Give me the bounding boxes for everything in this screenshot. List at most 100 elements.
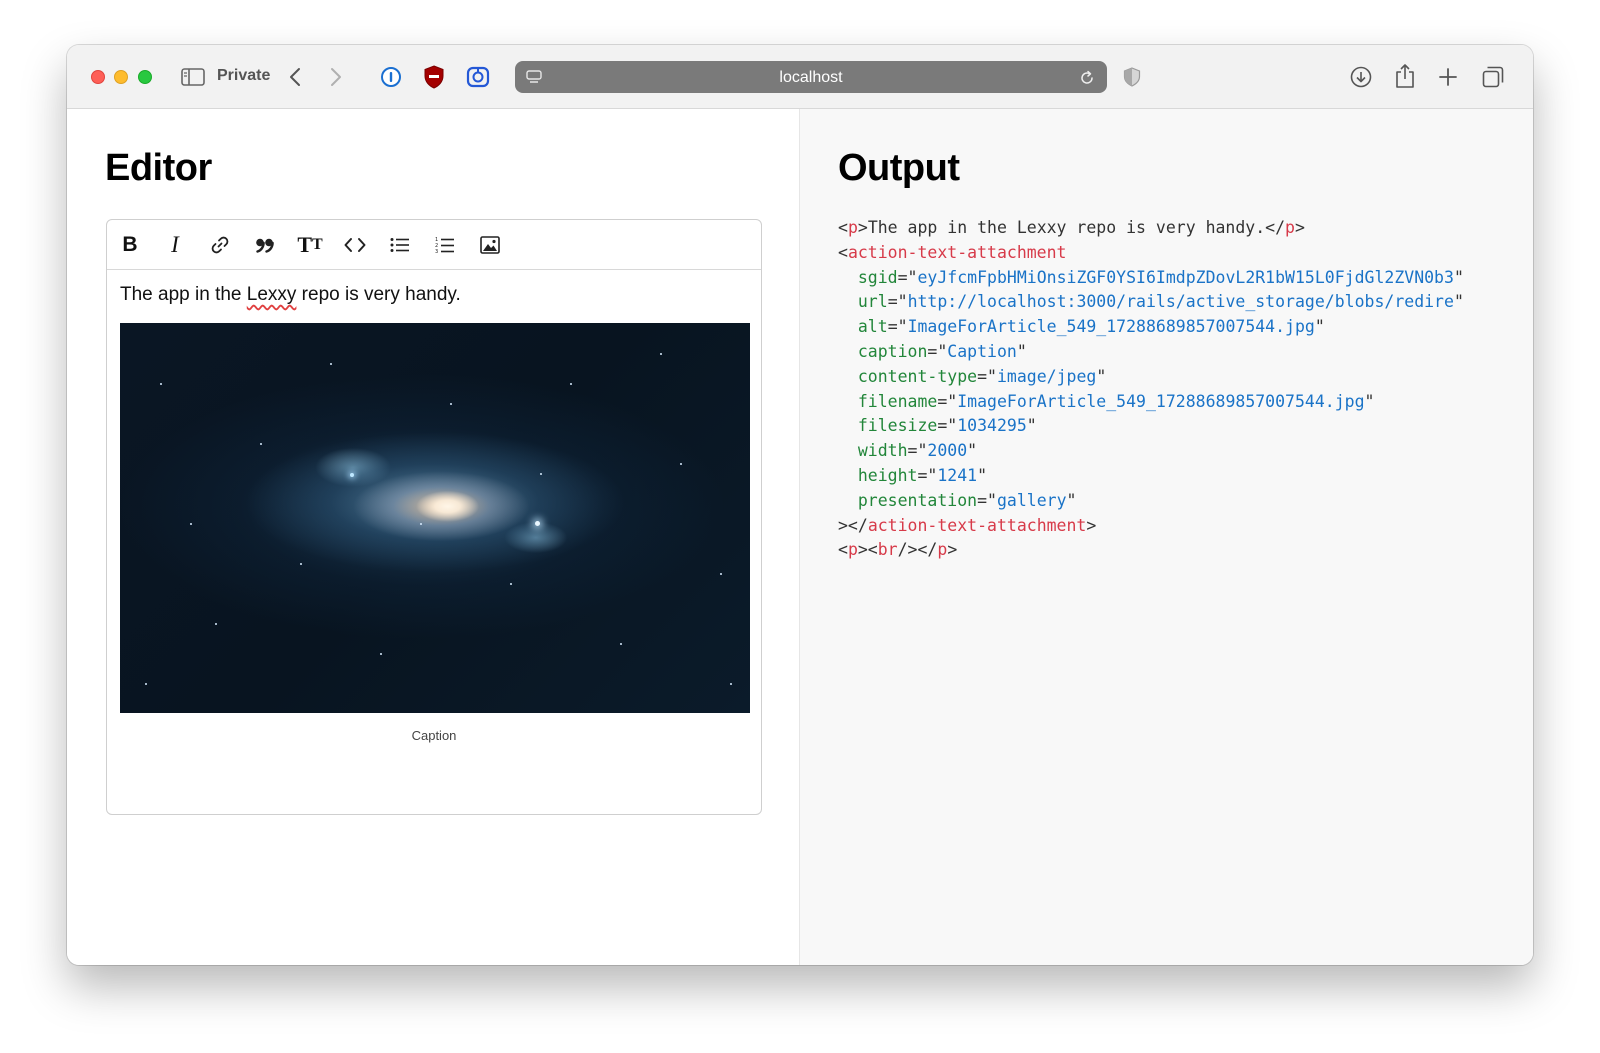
new-tab-plus-icon[interactable]: [1436, 65, 1460, 89]
star: [570, 383, 572, 385]
star: [450, 403, 452, 405]
paragraph-text-before: The app in the: [120, 284, 247, 305]
quote-icon: [256, 238, 274, 253]
code-tag: p: [937, 540, 948, 560]
link-button[interactable]: [205, 230, 235, 260]
minimize-window-button[interactable]: [114, 70, 128, 84]
code-attribute-line: height="1241": [838, 464, 1483, 489]
code-punct: ": [1453, 292, 1464, 312]
code-punct: >: [947, 540, 958, 560]
code-punct: ": [1364, 391, 1375, 411]
code-punct: ": [977, 465, 988, 485]
back-arrow-icon[interactable]: [285, 66, 305, 88]
code-tag: p: [847, 540, 858, 560]
quote-button[interactable]: [250, 230, 280, 260]
image-caption[interactable]: Caption: [107, 728, 761, 743]
star: [720, 573, 722, 575]
code-attributes: sgid="eyJfcmFpbHMiOnsiZGF0YSI6ImdpZDovL2…: [838, 266, 1483, 514]
code-attribute-name: width: [857, 441, 908, 461]
bold-button[interactable]: B: [115, 230, 145, 260]
code-attribute-line: url="http://localhost:3000/rails/active_…: [838, 290, 1483, 315]
star: [300, 563, 302, 565]
code-punct: =": [977, 366, 997, 386]
code-attribute-value: Caption: [947, 341, 1017, 361]
tab-overview-icon[interactable]: [1480, 64, 1506, 90]
code-line-attachment-close: ></action-text-attachment>: [838, 514, 1483, 539]
close-window-button[interactable]: [91, 70, 105, 84]
code-attribute-name: presentation: [857, 490, 978, 510]
code-attribute-name: content-type: [857, 366, 978, 386]
code-punct: ": [1314, 317, 1325, 337]
code-attribute-value: image/jpeg: [996, 366, 1097, 386]
heading-large-t: T: [297, 232, 312, 257]
code-punct: =": [887, 317, 908, 337]
reload-icon[interactable]: [1078, 69, 1096, 87]
star: [160, 383, 162, 385]
code-tag-name: action-text-attachment: [867, 515, 1087, 535]
rich-text-editor[interactable]: B I TT 1 2 3 The app in the Lexxy repo i…: [106, 219, 762, 815]
code-line-paragraph: <p>The app in the Lexxy repo is very han…: [838, 216, 1483, 241]
output-heading: Output: [838, 147, 960, 189]
code-attribute-name: filesize: [857, 416, 938, 436]
share-icon[interactable]: [1393, 62, 1417, 90]
code-attribute-line: alt="ImageForArticle_549_172886898570075…: [838, 315, 1483, 340]
code-punct: ": [1066, 490, 1077, 510]
code-punct: </: [1265, 218, 1286, 237]
address-bar[interactable]: localhost: [515, 61, 1107, 93]
sync-extension-icon[interactable]: [465, 64, 491, 90]
html-output-code: <p>The app in the Lexxy repo is very han…: [838, 216, 1483, 563]
star: [660, 353, 662, 355]
code-attribute-line: filesize="1034295": [838, 414, 1483, 439]
editor-paragraph[interactable]: The app in the Lexxy repo is very handy.: [120, 284, 461, 306]
image-button[interactable]: [475, 230, 505, 260]
code-punct: =": [927, 341, 948, 361]
forward-arrow-icon[interactable]: [326, 66, 346, 88]
galaxy-image[interactable]: [120, 323, 750, 713]
code-attribute-value: 2000: [927, 441, 968, 461]
code-button[interactable]: [340, 230, 370, 260]
star: [620, 643, 622, 645]
sidebar-toggle-icon[interactable]: [181, 67, 205, 87]
star: [260, 443, 262, 445]
heading-button[interactable]: TT: [295, 230, 325, 260]
code-punct: =": [937, 391, 958, 411]
privacy-shield-icon[interactable]: [1121, 65, 1143, 89]
code-attribute-name: alt: [857, 317, 888, 337]
url-text: localhost: [779, 69, 843, 86]
zoom-window-button[interactable]: [138, 70, 152, 84]
code-attribute-value: eyJfcmFpbHMiOnsiZGF0YSI6ImdpZDovL2R1bW15…: [917, 267, 1454, 287]
numbered-list-button[interactable]: 123: [430, 230, 460, 260]
code-punct: =": [917, 465, 938, 485]
star: [190, 523, 192, 525]
star: [730, 683, 732, 685]
code-punct: =": [897, 267, 918, 287]
downloads-icon[interactable]: [1348, 64, 1374, 90]
star: [510, 583, 512, 585]
code-punct: ": [1453, 267, 1464, 287]
output-pane: Output <p>The app in the Lexxy repo is v…: [800, 109, 1533, 965]
password-manager-icon[interactable]: [379, 65, 403, 89]
editor-heading: Editor: [105, 147, 212, 189]
code-icon: [344, 238, 366, 252]
code-tag: p: [1285, 218, 1295, 237]
star: [380, 653, 382, 655]
code-attribute-name: caption: [857, 341, 928, 361]
code-attribute-line: filename="ImageForArticle_549_1728868985…: [838, 390, 1483, 415]
code-attribute-line: width="2000": [838, 439, 1483, 464]
star: [215, 623, 217, 625]
code-attribute-value: gallery: [996, 490, 1067, 510]
italic-button[interactable]: I: [160, 230, 190, 260]
code-punct: =": [907, 441, 928, 461]
bullet-list-button[interactable]: [385, 230, 415, 260]
link-icon: [211, 236, 229, 254]
private-browsing-label: Private: [217, 67, 271, 84]
code-attribute-line: presentation="gallery": [838, 489, 1483, 514]
shield-extension-icon[interactable]: [422, 64, 446, 90]
